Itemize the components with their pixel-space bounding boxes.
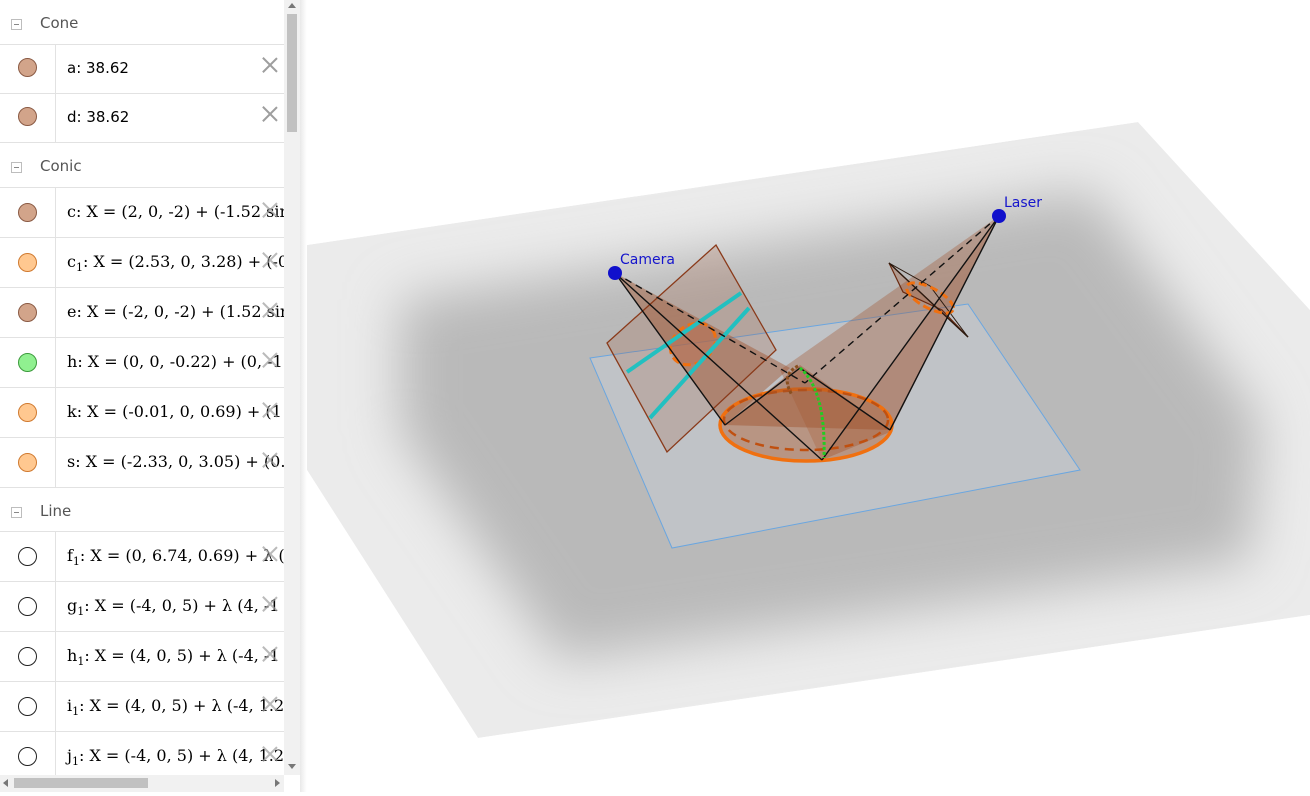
group-label: Conic: [40, 157, 82, 175]
visibility-marble-icon[interactable]: [18, 107, 37, 126]
item-definition[interactable]: h1: X = (4, 0, 5) + λ (-4, -1: [67, 646, 280, 668]
item-definition[interactable]: c: X = (2, 0, -2) + (-1.52 sin: [67, 202, 284, 224]
camera-point-label: Camera: [620, 252, 675, 268]
algebra-item-k[interactable]: k: X = (-0.01, 0, 0.69) + (1: [0, 388, 284, 438]
visibility-marble-icon[interactable]: [18, 547, 37, 566]
group-header-cone[interactable]: Cone: [0, 0, 284, 45]
algebra-item-e[interactable]: e: X = (-2, 0, -2) + (1.52 sin: [0, 288, 284, 338]
algebra-item-j1[interactable]: j1: X = (-4, 0, 5) + λ (4, 1.2: [0, 732, 284, 775]
visibility-marble-icon[interactable]: [18, 303, 37, 322]
delete-icon[interactable]: [260, 104, 280, 124]
item-definition[interactable]: f1: X = (0, 6.74, 0.69) + λ (: [67, 546, 284, 568]
visibility-marble-icon[interactable]: [18, 597, 37, 616]
collapse-toggle-icon[interactable]: [11, 19, 22, 30]
collapse-toggle-icon[interactable]: [11, 162, 22, 173]
visibility-cell[interactable]: [0, 732, 56, 775]
item-definition[interactable]: s: X = (-2.33, 0, 3.05) + (0.: [67, 452, 284, 474]
visibility-marble-icon[interactable]: [18, 453, 37, 472]
item-definition[interactable]: h: X = (0, 0, -0.22) + (0, -1: [67, 352, 283, 374]
group-header-line[interactable]: Line: [0, 488, 284, 532]
delete-icon[interactable]: [260, 55, 280, 75]
algebra-item-i1[interactable]: i1: X = (4, 0, 5) + λ (-4, 1.2: [0, 682, 284, 732]
visibility-marble-icon[interactable]: [18, 203, 37, 222]
visibility-marble-icon[interactable]: [18, 697, 37, 716]
item-definition[interactable]: i1: X = (4, 0, 5) + λ (-4, 1.2: [67, 696, 284, 718]
collapse-toggle-icon[interactable]: [11, 507, 22, 518]
delete-icon[interactable]: [260, 250, 280, 270]
scene-canvas[interactable]: Camera Laser: [307, 0, 1310, 792]
horizontal-scroll-thumb[interactable]: [14, 778, 148, 788]
algebra-item-a[interactable]: a: 38.62: [0, 45, 284, 94]
visibility-cell[interactable]: [0, 388, 56, 437]
delete-icon[interactable]: [260, 694, 280, 714]
visibility-cell[interactable]: [0, 94, 56, 142]
visibility-cell[interactable]: [0, 532, 56, 581]
vertical-scrollbar[interactable]: [284, 0, 300, 775]
laser-point-label: Laser: [1004, 195, 1042, 211]
visibility-cell[interactable]: [0, 45, 56, 93]
visibility-marble-icon[interactable]: [18, 747, 37, 766]
item-definition[interactable]: d: 38.62: [67, 108, 129, 126]
visibility-marble-icon[interactable]: [18, 253, 37, 272]
group-label: Cone: [40, 14, 79, 32]
camera-point[interactable]: [608, 266, 622, 280]
algebra-item-f1[interactable]: f1: X = (0, 6.74, 0.69) + λ (: [0, 532, 284, 582]
laser-point[interactable]: [992, 209, 1006, 223]
delete-icon[interactable]: [260, 594, 280, 614]
visibility-cell[interactable]: [0, 188, 56, 237]
vertical-scroll-thumb[interactable]: [287, 14, 297, 132]
algebra-item-s[interactable]: s: X = (-2.33, 0, 3.05) + (0.: [0, 438, 284, 488]
scroll-up-arrow-icon[interactable]: [288, 3, 296, 8]
item-definition[interactable]: a: 38.62: [67, 59, 129, 77]
pane-divider[interactable]: [300, 0, 307, 792]
visibility-cell[interactable]: [0, 288, 56, 337]
visibility-cell[interactable]: [0, 238, 56, 287]
algebra-item-h[interactable]: h: X = (0, 0, -0.22) + (0, -1: [0, 338, 284, 388]
delete-icon[interactable]: [260, 544, 280, 564]
algebra-item-h1[interactable]: h1: X = (4, 0, 5) + λ (-4, -1: [0, 632, 284, 682]
visibility-cell[interactable]: [0, 582, 56, 631]
algebra-item-c1[interactable]: c1: X = (2.53, 0, 3.28) + (-0: [0, 238, 284, 288]
algebra-item-c[interactable]: c: X = (2, 0, -2) + (-1.52 sin: [0, 188, 284, 238]
visibility-marble-icon[interactable]: [18, 647, 37, 666]
delete-icon[interactable]: [260, 744, 280, 764]
horizontal-scrollbar[interactable]: [0, 775, 284, 792]
delete-icon[interactable]: [260, 450, 280, 470]
graphics-3d-view[interactable]: Camera Laser: [307, 0, 1310, 792]
scroll-down-arrow-icon[interactable]: [288, 764, 296, 769]
visibility-cell[interactable]: [0, 338, 56, 387]
algebra-view: Cone a: 38.62 d: 38.62 Conic c: X = (2,: [0, 0, 300, 792]
visibility-marble-icon[interactable]: [18, 58, 37, 77]
item-definition[interactable]: e: X = (-2, 0, -2) + (1.52 sin: [67, 302, 284, 324]
visibility-cell[interactable]: [0, 632, 56, 681]
delete-icon[interactable]: [260, 400, 280, 420]
visibility-marble-icon[interactable]: [18, 403, 37, 422]
delete-icon[interactable]: [260, 300, 280, 320]
algebra-item-d[interactable]: d: 38.62: [0, 94, 284, 143]
item-definition[interactable]: g1: X = (-4, 0, 5) + λ (4, -1: [67, 596, 279, 618]
scroll-right-arrow-icon[interactable]: [275, 779, 280, 787]
visibility-marble-icon[interactable]: [18, 353, 37, 372]
item-definition[interactable]: k: X = (-0.01, 0, 0.69) + (1: [67, 402, 282, 424]
scroll-left-arrow-icon[interactable]: [3, 779, 8, 787]
visibility-cell[interactable]: [0, 438, 56, 487]
group-header-conic[interactable]: Conic: [0, 143, 284, 188]
algebra-item-g1[interactable]: g1: X = (-4, 0, 5) + λ (4, -1: [0, 582, 284, 632]
delete-icon[interactable]: [260, 200, 280, 220]
delete-icon[interactable]: [260, 644, 280, 664]
visibility-cell[interactable]: [0, 682, 56, 731]
item-definition[interactable]: c1: X = (2.53, 0, 3.28) + (-0: [67, 252, 284, 274]
delete-icon[interactable]: [260, 350, 280, 370]
group-label: Line: [40, 502, 72, 520]
item-definition[interactable]: j1: X = (-4, 0, 5) + λ (4, 1.2: [67, 746, 284, 768]
algebra-list: Cone a: 38.62 d: 38.62 Conic c: X = (2,: [0, 0, 284, 775]
